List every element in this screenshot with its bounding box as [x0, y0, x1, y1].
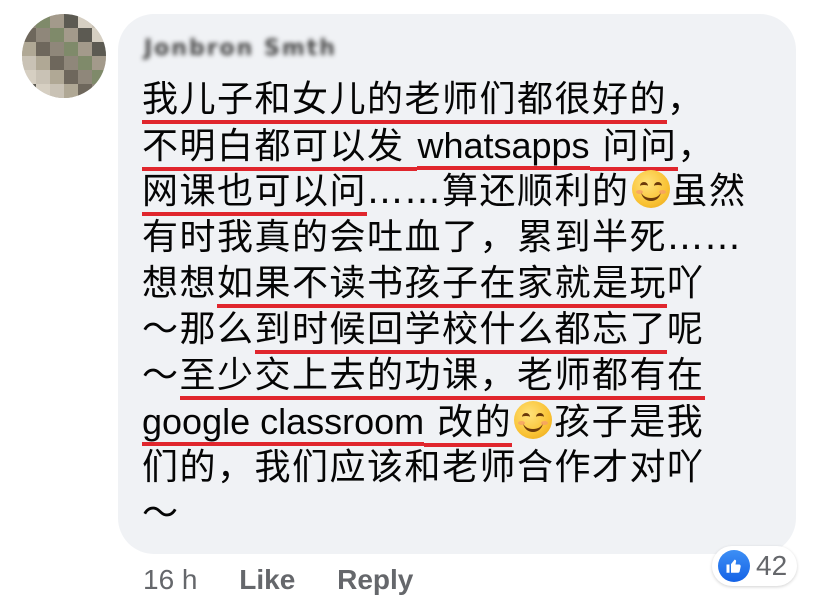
comment-actions: 16 h Like Reply: [143, 560, 447, 600]
comment-text: ～: [142, 493, 180, 534]
avatar[interactable]: [22, 14, 106, 98]
comment-author-name[interactable]: Jonbron Smth: [144, 36, 344, 66]
comment-timestamp[interactable]: 16 h: [143, 564, 198, 595]
comment-line: ～那么到时候回学校什么都忘了呢: [142, 308, 768, 354]
underlined-text: 如果不读书孩子在家就是玩: [217, 263, 668, 308]
underlined-text: 不明白都可以发: [142, 126, 418, 171]
author-name-text: Jonbron Smth: [144, 36, 337, 61]
comment-line: google classroom 改的 孩子是我: [142, 400, 768, 447]
reaction-summary[interactable]: 42: [712, 546, 798, 586]
comment-text: 呢: [667, 309, 705, 350]
comment-line: 网课也可以问……算还顺利的 虽然: [142, 170, 768, 216]
comment-line: 想想如果不读书孩子在家就是玩吖: [142, 262, 768, 308]
thumbs-up-icon: [718, 550, 750, 582]
comment-line: 有时我真的会吐血了，累到半死……: [142, 216, 768, 261]
comment-line: 我儿子和女儿的老师们都很好的，: [142, 78, 768, 124]
comment-line: ～: [142, 492, 768, 537]
comment-text: 有时我真的会吐血了，累到半死……: [142, 217, 743, 258]
comment-body: 我儿子和女儿的老师们都很好的， 不明白都可以发 whatsapps 问问， 网课也可…: [142, 78, 768, 537]
comment-line: 们的，我们应该和老师合作才对吖: [142, 446, 768, 491]
comment-text: ，: [677, 126, 716, 167]
comment-text: 吖: [667, 263, 705, 304]
underlined-text: 问问: [589, 126, 678, 171]
comment-text: 孩子是我: [554, 402, 705, 443]
smiling-face-emoji-icon: [514, 401, 553, 439]
comment-bubble: Jonbron Smth 我儿子和女儿的老师们都很好的， 不明白都可以发 what…: [118, 14, 796, 554]
comment-text: 虽然: [671, 171, 747, 212]
comment-text: 想想: [142, 263, 218, 304]
comment-line: 不明白都可以发 whatsapps 问问，: [142, 124, 768, 171]
underlined-text: 改的: [424, 402, 513, 447]
smiling-face-emoji-icon: [631, 170, 670, 208]
comment-text: ，: [667, 79, 705, 120]
underlined-text: 到时候回学校什么都忘了: [254, 309, 668, 354]
comment-text: ～: [142, 355, 180, 396]
underlined-text: 至少交上去的功课，老师都有在: [179, 355, 705, 400]
comment-text: ～那么: [142, 309, 255, 350]
underlined-text: 网课也可以问: [142, 171, 368, 216]
underlined-text: whatsapps: [417, 125, 590, 170]
underlined-text: google classroom: [142, 401, 425, 446]
reaction-count: 42: [756, 550, 788, 581]
reply-button[interactable]: Reply: [337, 564, 413, 595]
comment-text: 们的，我们应该和老师合作才对吖: [142, 447, 705, 488]
underlined-text: 我儿子和女儿的老师们都很好的: [142, 79, 668, 124]
like-button[interactable]: Like: [239, 564, 295, 595]
comment-text: ……算还顺利的: [367, 171, 630, 212]
comment-thread: Jonbron Smth 我儿子和女儿的老师们都很好的， 不明白都可以发 what…: [0, 0, 828, 610]
comment-line: ～至少交上去的功课，老师都有在: [142, 354, 768, 400]
